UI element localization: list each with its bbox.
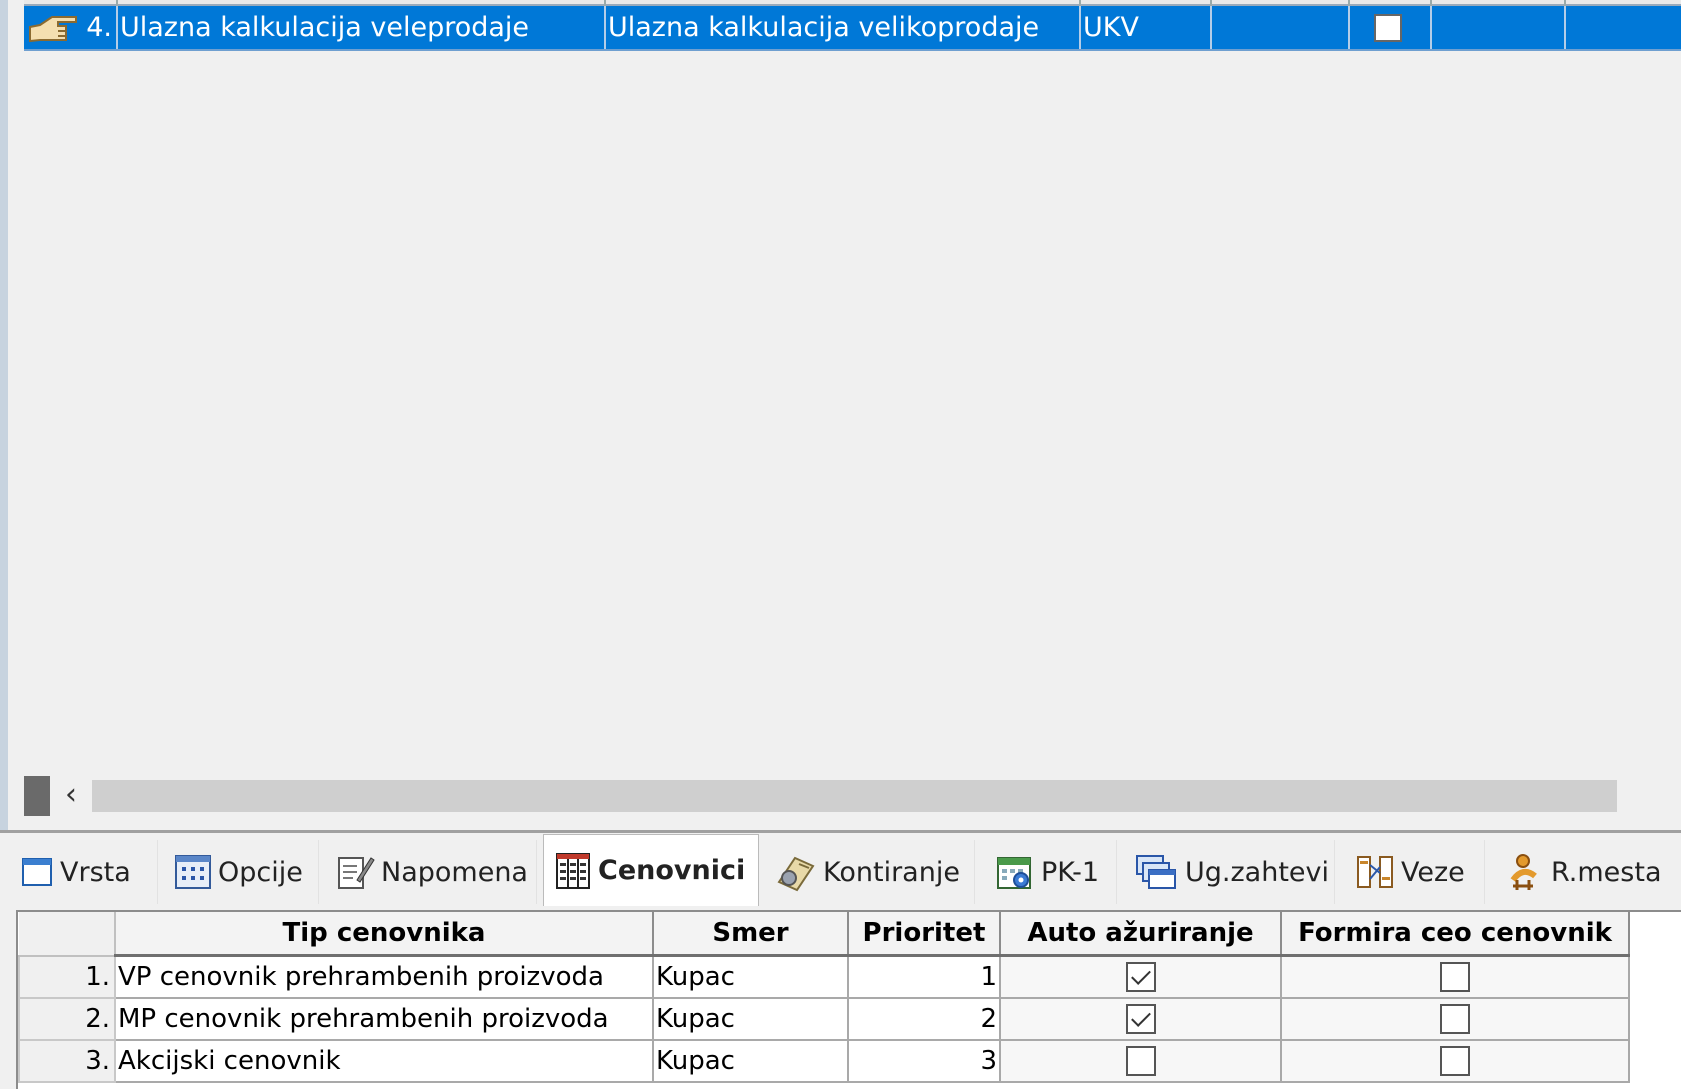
tip-cell[interactable]: VP cenovnik prehrambenih proizvoda: [114, 954, 654, 999]
tabs-separator: [0, 830, 1681, 833]
tab-label: Ug.zahtevi: [1185, 856, 1329, 888]
tab-cenovnici[interactable]: Cenovnici: [543, 834, 759, 906]
empty-cell[interactable]: [1432, 6, 1566, 49]
calendar-gear-icon: [997, 857, 1031, 889]
table-row[interactable]: 1. VP cenovnik prehrambenih proizvoda Ku…: [18, 954, 1630, 999]
smer-cell[interactable]: Kupac: [652, 997, 849, 1041]
tab-label: Vrsta: [60, 856, 131, 888]
row-number: 1.: [18, 954, 116, 999]
workplace-icon: [1510, 854, 1537, 890]
empty-cell[interactable]: [1212, 6, 1350, 49]
prioritet-cell[interactable]: 3: [847, 1039, 1001, 1083]
note-icon: [338, 857, 375, 889]
row-checkbox[interactable]: [1374, 14, 1402, 42]
links-icon: [1357, 856, 1393, 888]
column-header-prioritet[interactable]: Prioritet: [848, 912, 1001, 957]
row-number: 4.: [86, 12, 112, 43]
smer-cell[interactable]: Kupac: [652, 1039, 849, 1083]
formira-checkbox[interactable]: [1440, 962, 1470, 993]
column-header-formira[interactable]: Formira ceo cenovnik: [1281, 912, 1630, 957]
ledger-icon: [777, 856, 815, 892]
smer-cell[interactable]: Kupac: [652, 954, 849, 999]
stacked-windows-icon: [1136, 855, 1176, 889]
formira-checkbox[interactable]: [1440, 1004, 1470, 1035]
document-types-grid: 4. Ulazna kalkulacija veleprodaje Ulazna…: [0, 0, 1681, 816]
formira-cell: [1280, 1039, 1630, 1083]
row-number: 2.: [18, 997, 116, 1041]
tab-kontiranje[interactable]: Kontiranje: [765, 840, 975, 904]
header-corner: [19, 912, 116, 957]
row-number-cell: 4.: [24, 6, 118, 49]
auto-checkbox[interactable]: [1125, 1004, 1156, 1035]
selected-table-row[interactable]: 4. Ulazna kalkulacija veleprodaje Ulazna…: [24, 6, 1681, 51]
price-list-table: Tip cenovnika Smer Prioritet Auto ažurir…: [18, 912, 1630, 1083]
formira-cell: [1280, 954, 1630, 999]
tab-veze[interactable]: Veze: [1345, 840, 1485, 904]
name-cell[interactable]: Ulazna kalkulacija veleprodaje: [118, 6, 606, 49]
price-list-icon: [556, 852, 590, 889]
code-cell[interactable]: UKV: [1081, 6, 1212, 49]
auto-checkbox[interactable]: [1125, 1046, 1156, 1077]
scroll-left-arrow-icon[interactable]: ‹: [56, 776, 86, 816]
tab-napomena[interactable]: Napomena: [325, 840, 537, 904]
tip-cell[interactable]: MP cenovnik prehrambenih proizvoda: [114, 997, 654, 1041]
table-header-row: Tip cenovnika Smer Prioritet Auto ažurir…: [19, 912, 1630, 957]
options-grid-icon: [175, 855, 211, 889]
formira-cell: [1280, 997, 1630, 1041]
table-row[interactable]: 2. MP cenovnik prehrambenih proizvoda Ku…: [18, 997, 1630, 1041]
pointing-hand-icon: [29, 16, 77, 43]
auto-cell: [999, 954, 1282, 999]
tab-pk1[interactable]: PK-1: [985, 840, 1117, 904]
prioritet-cell[interactable]: 2: [847, 997, 1001, 1041]
horizontal-scrollbar-thumb[interactable]: [92, 780, 1617, 812]
tab-label: Opcije: [218, 856, 303, 888]
auto-cell: [999, 997, 1282, 1041]
prioritet-cell[interactable]: 1: [847, 954, 1001, 999]
tab-vrsta[interactable]: Vrsta: [10, 840, 158, 904]
checkbox-cell: [1350, 6, 1432, 49]
column-header-smer[interactable]: Smer: [653, 912, 849, 957]
column-header-auto[interactable]: Auto ažuriranje: [1000, 912, 1282, 957]
empty-cell[interactable]: [1566, 6, 1681, 49]
tab-label: Cenovnici: [598, 855, 746, 886]
table-row[interactable]: 3. Akcijski cenovnik Kupac 3: [18, 1039, 1630, 1083]
tab-ug-zahtevi[interactable]: Ug.zahtevi: [1125, 840, 1335, 904]
tab-label: Veze: [1401, 856, 1465, 888]
tip-cell[interactable]: Akcijski cenovnik: [114, 1039, 654, 1083]
tab-label: Kontiranje: [823, 856, 960, 888]
tab-label: R.mesta: [1551, 856, 1662, 888]
tab-opcije[interactable]: Opcije: [164, 840, 319, 904]
formira-checkbox[interactable]: [1440, 1046, 1470, 1077]
scrollbar-left-marker[interactable]: [24, 776, 50, 816]
auto-cell: [999, 1039, 1282, 1083]
description-cell[interactable]: Ulazna kalkulacija velikoprodaje: [606, 6, 1081, 49]
auto-checkbox[interactable]: [1125, 962, 1156, 993]
tab-label: Napomena: [381, 856, 528, 888]
tab-r-mesta[interactable]: R.mesta: [1497, 840, 1669, 904]
tab-label: PK-1: [1041, 856, 1100, 888]
row-number: 3.: [18, 1039, 116, 1083]
window-icon: [22, 858, 52, 886]
column-header-tip[interactable]: Tip cenovnika: [115, 912, 654, 957]
